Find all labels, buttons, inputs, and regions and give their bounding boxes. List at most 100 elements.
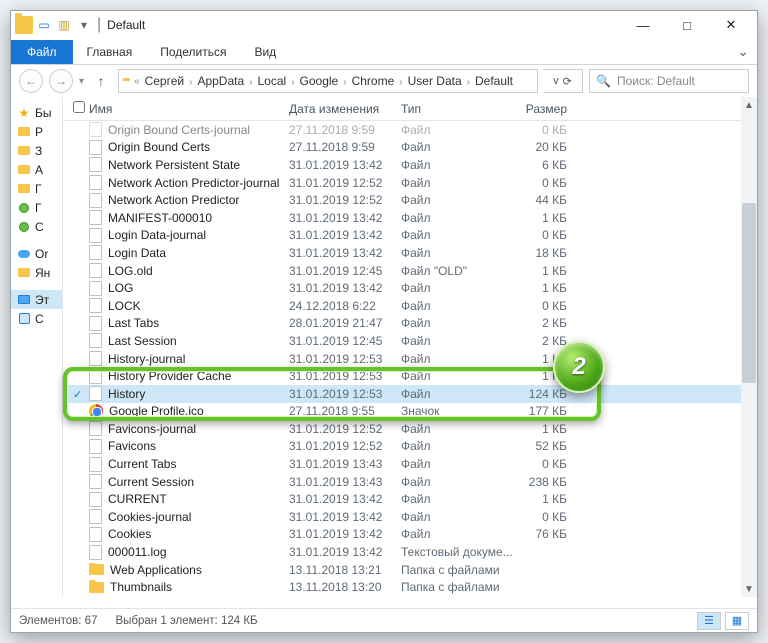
file-row[interactable]: Cookies31.01.2019 13:42Файл76 КБ xyxy=(63,526,757,544)
sidebar-item[interactable]: Эт xyxy=(11,290,62,309)
refresh-icon[interactable]: ⟳ xyxy=(563,75,572,88)
file-type: Файл xyxy=(401,246,513,260)
sidebar-item[interactable]: С xyxy=(11,217,62,236)
column-headers[interactable]: Имя Дата изменения Тип Размер xyxy=(63,97,757,121)
select-all-checkbox[interactable] xyxy=(73,101,85,113)
scroll-down-icon[interactable]: ▼ xyxy=(741,581,757,597)
tab-view[interactable]: Вид xyxy=(240,40,290,64)
file-row[interactable]: Current Tabs31.01.2019 13:43Файл0 КБ xyxy=(63,455,757,473)
file-row[interactable]: Cookies-journal31.01.2019 13:42Файл0 КБ xyxy=(63,508,757,526)
qat-caret-icon[interactable]: ▾ xyxy=(75,16,93,34)
file-row[interactable]: Last Tabs28.01.2019 21:47Файл2 КБ xyxy=(63,315,757,333)
sidebar-item[interactable]: С xyxy=(11,309,62,328)
expand-ribbon-icon[interactable]: ⌄ xyxy=(737,43,749,64)
file-row[interactable]: History-journal31.01.2019 12:53Файл1 КБ xyxy=(63,350,757,368)
tab-share[interactable]: Поделиться xyxy=(146,40,240,64)
file-size: 0 КБ xyxy=(513,228,585,242)
sidebar-item[interactable]: Р xyxy=(11,122,62,141)
address-bar[interactable]: « Сергей›AppData›Local›Google›Chrome›Use… xyxy=(118,69,538,93)
maximize-button[interactable]: □ xyxy=(665,11,709,39)
file-row[interactable]: LOG.old31.01.2019 12:45Файл "OLD"1 КБ xyxy=(63,262,757,280)
file-row[interactable]: Sync Extension Settings13.11.2018 13:21П… xyxy=(63,596,757,597)
title-separator: | xyxy=(97,16,101,34)
file-row[interactable]: LOG31.01.2019 13:42Файл1 КБ xyxy=(63,279,757,297)
qat-properties-icon[interactable]: ▭ xyxy=(35,16,53,34)
col-name[interactable]: Имя xyxy=(89,102,289,116)
breadcrumb-segment[interactable]: User Data xyxy=(408,74,462,88)
file-size: 177 КБ xyxy=(513,404,585,418)
sidebar-item[interactable]: Ян xyxy=(11,263,62,282)
file-date: 31.01.2019 13:42 xyxy=(289,510,401,524)
file-row[interactable]: History Provider Cache31.01.2019 12:53Фа… xyxy=(63,367,757,385)
file-row[interactable]: CURRENT31.01.2019 13:42Файл1 КБ xyxy=(63,490,757,508)
file-row[interactable]: Web Applications13.11.2018 13:21Папка с … xyxy=(63,561,757,579)
breadcrumb-caret-icon[interactable]: › xyxy=(399,77,402,88)
scroll-up-icon[interactable]: ▲ xyxy=(741,97,757,113)
vertical-scrollbar[interactable]: ▲ ▼ xyxy=(741,97,757,597)
breadcrumb-segment[interactable]: Default xyxy=(475,74,513,88)
file-name: Favicons-journal xyxy=(108,422,196,436)
file-row[interactable]: Favicons-journal31.01.2019 12:52Файл1 КБ xyxy=(63,420,757,438)
breadcrumb-caret-icon[interactable]: › xyxy=(343,77,346,88)
breadcrumb-segment[interactable]: Google xyxy=(300,74,339,88)
breadcrumb-segment[interactable]: AppData xyxy=(197,74,244,88)
file-name: History-journal xyxy=(108,352,185,366)
file-row[interactable]: 000011.log31.01.2019 13:42Текстовый доку… xyxy=(63,543,757,561)
breadcrumb-caret-icon[interactable]: › xyxy=(291,77,294,88)
address-dropdown[interactable]: v⟳ xyxy=(543,69,583,93)
file-row[interactable]: Current Session31.01.2019 13:43Файл238 К… xyxy=(63,473,757,491)
file-type: Файл "OLD" xyxy=(401,264,513,278)
scroll-thumb[interactable] xyxy=(742,203,756,383)
tab-home[interactable]: Главная xyxy=(73,40,147,64)
file-type: Папка с файлами xyxy=(401,580,513,594)
file-row[interactable]: Network Action Predictor31.01.2019 12:52… xyxy=(63,191,757,209)
col-size[interactable]: Размер xyxy=(513,102,585,116)
breadcrumb-caret-icon[interactable]: › xyxy=(467,77,470,88)
file-row[interactable]: Favicons31.01.2019 12:52Файл52 КБ xyxy=(63,438,757,456)
file-row[interactable]: Thumbnails13.11.2018 13:20Папка с файлам… xyxy=(63,578,757,596)
sidebar-item[interactable]: З xyxy=(11,141,62,160)
file-row[interactable]: Login Data-journal31.01.2019 13:42Файл0 … xyxy=(63,227,757,245)
file-icon xyxy=(89,386,102,401)
file-row[interactable]: Last Session31.01.2019 12:45Файл2 КБ xyxy=(63,332,757,350)
sidebar-item[interactable]: Г xyxy=(11,179,62,198)
search-icon: 🔍 xyxy=(596,74,611,88)
sidebar-item[interactable]: Г xyxy=(11,198,62,217)
tab-file[interactable]: Файл xyxy=(11,40,73,64)
breadcrumb-segment[interactable]: Local xyxy=(258,74,287,88)
file-date: 31.01.2019 13:42 xyxy=(289,281,401,295)
file-row[interactable]: MANIFEST-00001031.01.2019 13:42Файл1 КБ xyxy=(63,209,757,227)
file-row[interactable]: History31.01.2019 12:53Файл124 КБ xyxy=(63,385,757,403)
row-checkbox[interactable] xyxy=(73,387,89,401)
search-input[interactable]: 🔍 Поиск: Default xyxy=(589,69,749,93)
nav-forward-button[interactable]: → xyxy=(49,69,73,93)
file-row[interactable]: LOCK24.12.2018 6:22Файл0 КБ xyxy=(63,297,757,315)
nav-history-caret-icon[interactable]: ▾ xyxy=(79,76,84,87)
file-row[interactable]: Network Action Predictor-journal31.01.20… xyxy=(63,174,757,192)
view-icons-button[interactable]: ▦ xyxy=(725,612,749,630)
file-row[interactable]: Google Profile.ico27.11.2018 9:55Значок1… xyxy=(63,403,757,421)
file-row[interactable]: Network Persistent State31.01.2019 13:42… xyxy=(63,156,757,174)
col-type[interactable]: Тип xyxy=(401,102,513,116)
breadcrumb-segment[interactable]: Сергей xyxy=(145,74,185,88)
file-type: Файл xyxy=(401,316,513,330)
minimize-button[interactable]: — xyxy=(621,11,665,39)
nav-up-button[interactable]: ↑ xyxy=(90,70,112,92)
sidebar-item[interactable]: А xyxy=(11,160,62,179)
breadcrumb-caret-icon[interactable]: › xyxy=(249,77,252,88)
view-details-button[interactable]: ☰ xyxy=(697,612,721,630)
navigation-sidebar[interactable]: ★БыРЗАГГСOrЯнЭтС xyxy=(11,97,63,597)
breadcrumb-caret-icon[interactable]: › xyxy=(189,77,192,88)
file-list[interactable]: Origin Bound Certs-journal27.11.2018 9:5… xyxy=(63,121,757,597)
file-row[interactable]: Origin Bound Certs-journal27.11.2018 9:5… xyxy=(63,121,757,139)
file-row[interactable]: Login Data31.01.2019 13:42Файл18 КБ xyxy=(63,244,757,262)
file-row[interactable]: Origin Bound Certs27.11.2018 9:59Файл20 … xyxy=(63,139,757,157)
col-date[interactable]: Дата изменения xyxy=(289,102,401,116)
close-button[interactable]: ✕ xyxy=(709,11,753,39)
network-icon xyxy=(17,312,31,326)
sidebar-item[interactable]: ★Бы xyxy=(11,103,62,122)
nav-back-button[interactable]: ← xyxy=(19,69,43,93)
sidebar-item[interactable]: Or xyxy=(11,244,62,263)
qat-newfolder-icon[interactable]: ▥ xyxy=(55,16,73,34)
breadcrumb-segment[interactable]: Chrome xyxy=(352,74,395,88)
